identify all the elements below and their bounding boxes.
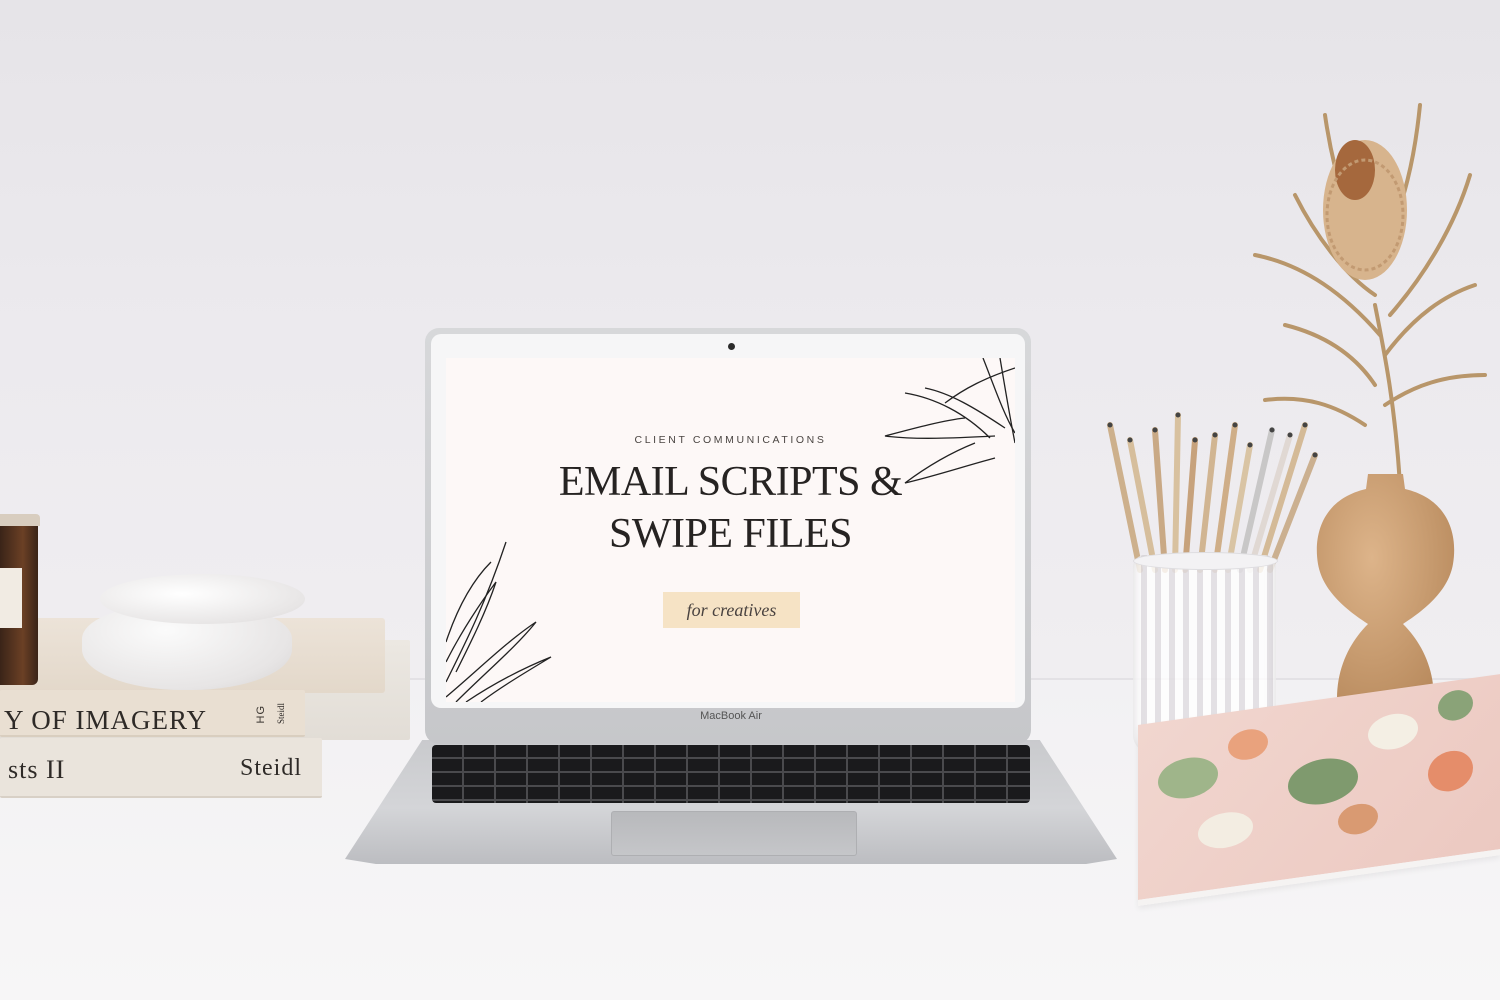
marble-dish-lid	[100, 574, 305, 624]
dried-banksia-flower	[1253, 103, 1487, 485]
laptop-trackpad	[611, 811, 857, 856]
laptop-screen: CLIENT COMMUNICATIONS EMAIL SCRIPTS & SW…	[446, 358, 1015, 702]
screen-title-line-1: EMAIL SCRIPTS &	[558, 459, 903, 505]
screen-title-line-2: SWIPE FILES	[608, 511, 853, 557]
screen-kicker: CLIENT COMMUNICATIONS	[634, 434, 827, 446]
candle-lid	[0, 514, 40, 526]
top-book-title: Y OF IMAGERY	[4, 705, 208, 735]
bottom-book-title: sts II	[8, 755, 66, 784]
candle-label	[0, 568, 22, 628]
screen-title: EMAIL SCRIPTS & SWIPE FILES	[446, 456, 1015, 560]
pencil-cup-rim	[1133, 552, 1278, 570]
laptop-brand-label: MacBook Air	[700, 710, 762, 722]
webcam-icon	[728, 343, 735, 350]
top-book-logo: HG	[255, 705, 267, 724]
screen-tag-button[interactable]: for creatives	[663, 592, 800, 628]
bottom-book-publisher: Steidl	[240, 755, 303, 781]
top-book-publisher: Steidl	[276, 703, 286, 725]
laptop-keyboard	[432, 745, 1030, 803]
